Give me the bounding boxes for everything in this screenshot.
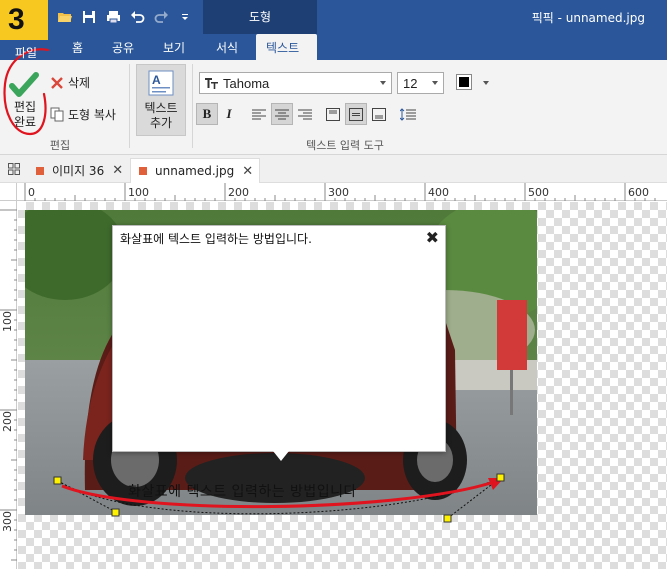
ruler-label: 100 (128, 186, 149, 199)
ruler-label: 500 (528, 186, 549, 199)
close-icon[interactable]: ✖ (426, 228, 439, 247)
color-dropdown-icon[interactable] (483, 81, 489, 85)
tab-text[interactable]: 텍스트 (256, 34, 317, 61)
tab-color-marker (36, 166, 44, 175)
tab-home[interactable]: 홈 (72, 39, 83, 56)
valign-top-icon (326, 107, 340, 121)
arrow-caption: 화살표에 텍스트 입력하는 방법입니다 (128, 484, 357, 500)
valign-middle-button[interactable] (345, 103, 367, 125)
chevron-down-icon (380, 81, 386, 85)
undo-icon[interactable] (128, 8, 146, 26)
ruler-label: 300 (328, 186, 349, 199)
print-icon[interactable] (104, 8, 122, 26)
tab-format[interactable]: 서식 (216, 39, 238, 56)
font-type-icon (205, 78, 218, 89)
chevron-down-icon (432, 81, 438, 85)
color-swatch-icon[interactable] (456, 74, 472, 90)
group-separator (129, 64, 130, 148)
valign-bottom-icon (372, 107, 386, 121)
redo-icon[interactable] (152, 8, 170, 26)
align-center-button[interactable] (271, 103, 293, 125)
app-title: 픽픽 - unnamed.jpg (531, 11, 645, 25)
ruler-label: 600 (628, 186, 649, 199)
text-add-icon: A (148, 70, 174, 96)
align-center-icon (275, 109, 289, 119)
align-left-button[interactable] (248, 103, 270, 125)
line-spacing-button[interactable] (397, 103, 419, 125)
text-add-button[interactable]: A 텍스트 추가 (136, 64, 186, 136)
context-group-title: 도형 (248, 10, 272, 24)
valign-bottom-button[interactable] (368, 103, 390, 125)
text-add-label-line1: 텍스트 (144, 101, 178, 115)
ruler-label: 200 (1, 411, 14, 432)
text-edit-field[interactable]: 화살표에 텍스트 입력하는 방법입니다. (120, 230, 312, 247)
text-tools-group-label: 텍스트 입력 도구 (306, 139, 384, 152)
doc-tab-label: 이미지 36 (52, 164, 105, 178)
edit-box-pointer (273, 451, 289, 461)
align-left-icon (252, 109, 266, 119)
italic-button[interactable]: I (218, 103, 240, 125)
ruler-label: 200 (228, 186, 249, 199)
ruler-label: 400 (428, 186, 449, 199)
tab-color-marker (139, 167, 147, 175)
delete-label: 삭제 (68, 76, 91, 90)
save-icon[interactable] (80, 8, 98, 26)
step-badge: 3 (0, 0, 48, 40)
step-number: 3 (8, 3, 25, 36)
tab-share[interactable]: 공유 (112, 39, 134, 56)
ruler-label: 0 (28, 186, 35, 199)
close-icon[interactable]: ✕ (112, 163, 123, 178)
doc-tab-unnamed[interactable]: unnamed.jpg ✕ (130, 158, 261, 183)
copy-shape-label: 도형 복사 (68, 108, 116, 122)
ruler-label: 100 (1, 311, 14, 332)
text-add-label: 텍스트 추가 (137, 101, 185, 131)
valign-middle-icon (349, 107, 363, 121)
doc-tab-image36[interactable]: 이미지 36 ✕ (28, 158, 129, 183)
ruler-top: 0 100 200 300 400 500 600 (17, 183, 667, 201)
align-right-button[interactable] (294, 103, 316, 125)
svg-text:A: A (152, 73, 161, 87)
font-size-select[interactable]: 12 (397, 72, 444, 94)
text-add-label-line2: 추가 (149, 116, 173, 130)
text-edit-box[interactable]: 화살표에 텍스트 입력하는 방법입니다. ✖ (112, 225, 446, 452)
font-family-select[interactable]: Tahoma (199, 72, 392, 94)
line-spacing-icon (400, 107, 416, 121)
font-family-value: Tahoma (223, 76, 270, 91)
bold-icon: B (202, 106, 212, 121)
tab-file[interactable]: 파일 (15, 44, 37, 61)
group-separator (192, 64, 193, 148)
font-size-value: 12 (403, 76, 418, 91)
valign-top-button[interactable] (322, 103, 344, 125)
ribbon-tabs (0, 34, 667, 60)
close-icon[interactable]: ✕ (242, 164, 253, 179)
customize-qat-icon[interactable] (179, 8, 191, 26)
tab-view[interactable]: 보기 (163, 39, 185, 56)
ruler-label: 300 (1, 511, 14, 532)
folder-open-icon[interactable] (56, 8, 74, 26)
bold-button[interactable]: B (196, 103, 218, 125)
align-right-icon (298, 109, 312, 119)
italic-icon: I (226, 106, 232, 121)
ruler-left: 100 200 300 (0, 201, 17, 569)
doc-tab-label: unnamed.jpg (155, 164, 235, 178)
ruler-corner (0, 183, 17, 201)
grid-icon[interactable] (8, 163, 20, 178)
